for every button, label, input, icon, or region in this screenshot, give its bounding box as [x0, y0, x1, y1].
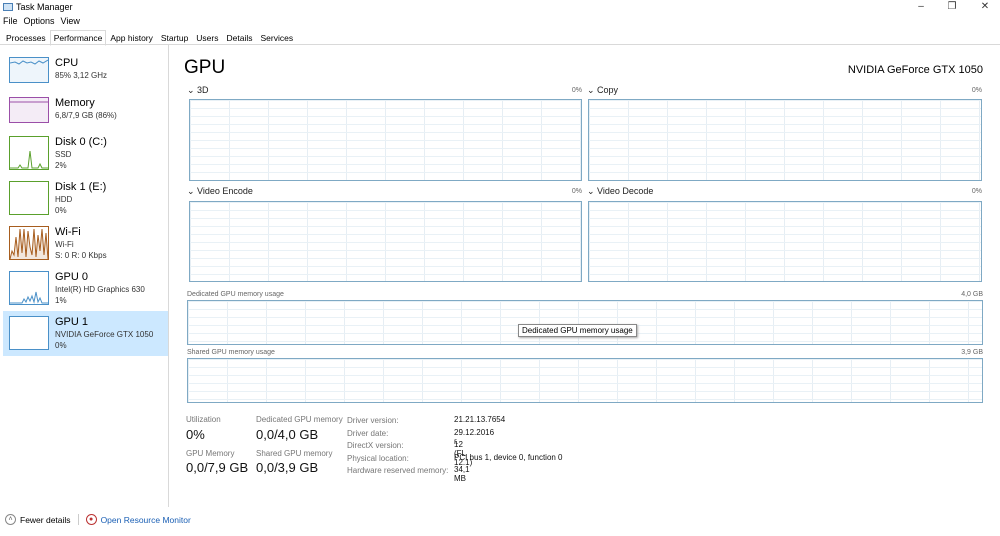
engine-copy-selector[interactable]: ⌄ Copy: [587, 85, 618, 96]
menu-bar: File Options View: [3, 16, 80, 26]
sidebar-item-type: Wi-Fi: [55, 240, 74, 249]
sidebar-item-type: SSD: [55, 150, 72, 159]
disk-0-thumbnail-graph: [9, 136, 49, 170]
engine-label: Video Encode: [197, 186, 253, 196]
menu-file[interactable]: File: [3, 16, 18, 26]
menu-options[interactable]: Options: [24, 16, 55, 26]
engine-3d-percent: 0%: [571, 87, 582, 94]
sidebar-item-detail: 6,8/7,9 GB (86%): [55, 111, 117, 120]
title-bar: Task Manager – ❐ ✕: [0, 0, 1000, 14]
directx-version-label: DirectX version:: [347, 441, 404, 450]
sidebar-item-disk-0[interactable]: Disk 0 (C:) SSD 2%: [3, 135, 168, 180]
task-manager-icon: [3, 3, 13, 11]
open-resource-monitor-link[interactable]: Open Resource Monitor: [101, 515, 191, 525]
utilization-value: 0%: [186, 427, 205, 442]
engine-video-decode-percent: 0%: [971, 188, 982, 195]
gpu-memory-label: GPU Memory: [186, 449, 235, 458]
dedicated-gpu-memory-label: Dedicated GPU memory: [256, 415, 343, 424]
sidebar-item-gpu-1[interactable]: GPU 1 NVIDIA GeForce GTX 1050 0%: [3, 311, 168, 356]
engine-video-decode-selector[interactable]: ⌄ Video Decode: [587, 186, 653, 197]
engine-3d-selector[interactable]: ⌄ 3D: [187, 85, 209, 96]
engine-label: 3D: [197, 85, 209, 95]
engine-label: Video Decode: [597, 186, 654, 196]
engine-video-encode-graph: [189, 201, 582, 282]
shared-gpu-memory-label: Shared GPU memory: [256, 449, 333, 458]
dedicated-gpu-memory-value: 0,0/4,0 GB: [256, 427, 319, 442]
engine-video-encode-percent: 0%: [571, 188, 582, 195]
gpu-1-thumbnail-graph: [9, 316, 49, 350]
footer-divider: [77, 514, 79, 525]
driver-version-value: 21.21.13.7654: [454, 415, 506, 424]
engine-copy-graph: [588, 99, 982, 181]
engine-label: Copy: [597, 85, 619, 95]
engine-video-encode-selector[interactable]: ⌄ Video Encode: [187, 186, 253, 197]
gpu-memory-value: 0,0/7,9 GB: [186, 460, 249, 475]
menu-view[interactable]: View: [61, 16, 80, 26]
sidebar-item-detail: 0%: [55, 341, 67, 350]
sidebar-item-name: GPU 0: [55, 271, 89, 283]
driver-date-label: Driver date:: [347, 428, 389, 438]
sidebar-item-detail: 0%: [55, 206, 67, 215]
resource-sidebar: CPU 85% 3,12 GHz Memory 6,8/7,9 GB (86%)…: [0, 45, 169, 507]
sidebar-item-type: Intel(R) HD Graphics 630: [55, 285, 145, 294]
utilization-label: Utilization: [186, 415, 221, 424]
sidebar-item-detail: 2%: [55, 161, 67, 170]
engine-3d-graph: [189, 99, 582, 181]
dedicated-memory-max: 4,0 GB: [961, 291, 983, 298]
hardware-reserved-memory-value: 34,1 MB: [454, 465, 470, 483]
tooltip: Dedicated GPU memory usage: [518, 324, 637, 337]
dedicated-memory-graph: [187, 300, 983, 345]
shared-memory-max: 3,9 GB: [961, 349, 983, 356]
page-title: GPU: [184, 57, 226, 78]
sidebar-item-disk-1[interactable]: Disk 1 (E:) HDD 0%: [3, 180, 168, 225]
sidebar-item-name: GPU 1: [55, 316, 89, 328]
engine-video-decode-graph: [588, 201, 982, 282]
sidebar-item-wifi[interactable]: Wi-Fi Wi-Fi S: 0 R: 0 Kbps: [3, 225, 168, 270]
chevron-down-icon: ⌄: [187, 186, 198, 196]
cpu-thumbnail-graph: [9, 57, 49, 83]
resource-monitor-icon: ●: [85, 514, 97, 525]
shared-memory-label: Shared GPU memory usage: [187, 349, 275, 356]
chevron-down-icon: ⌄: [187, 85, 198, 95]
chevron-down-icon: ⌄: [587, 186, 598, 196]
sidebar-item-name: Wi-Fi: [55, 226, 81, 238]
sidebar-item-name: Disk 1 (E:): [55, 181, 107, 193]
chevron-up-icon[interactable]: ˄: [5, 514, 16, 525]
footer: ˄ Fewer details ● Open Resource Monitor: [5, 514, 191, 525]
sidebar-item-type: NVIDIA GeForce GTX 1050: [55, 330, 154, 339]
sidebar-item-name: Disk 0 (C:): [55, 136, 107, 148]
sidebar-item-gpu-0[interactable]: GPU 0 Intel(R) HD Graphics 630 1%: [3, 270, 168, 315]
sidebar-item-cpu[interactable]: CPU 85% 3,12 GHz: [3, 56, 168, 101]
sidebar-item-name: CPU: [55, 57, 79, 69]
fewer-details-button[interactable]: Fewer details: [20, 515, 71, 525]
gpu-details: Driver version: 21.21.13.7654 Driver date…: [347, 415, 563, 483]
sidebar-item-name: Memory: [55, 97, 95, 109]
sidebar-item-detail: 85% 3,12 GHz: [55, 71, 108, 80]
maximize-button[interactable]: ❐: [945, 1, 959, 13]
gpu-device-name: NVIDIA GeForce GTX 1050: [847, 64, 983, 76]
driver-version-label: Driver version:: [347, 416, 399, 425]
disk-1-thumbnail-graph: [9, 181, 49, 215]
engine-copy-percent: 0%: [971, 87, 982, 94]
wifi-thumbnail-graph: [9, 226, 49, 260]
physical-location-value: PCI bus 1, device 0, function 0: [454, 452, 563, 462]
physical-location-label: Physical location:: [347, 453, 409, 463]
window-title: Task Manager: [16, 2, 73, 12]
chevron-down-icon: ⌄: [587, 85, 598, 95]
shared-gpu-memory-value: 0,0/3,9 GB: [256, 460, 319, 475]
gpu-0-thumbnail-graph: [9, 271, 49, 305]
sidebar-item-detail: 1%: [55, 296, 67, 305]
close-button[interactable]: ✕: [978, 1, 992, 13]
shared-memory-graph: [187, 358, 983, 403]
hardware-reserved-memory-label: Hardware reserved memory:: [347, 466, 449, 475]
sidebar-item-detail: S: 0 R: 0 Kbps: [55, 251, 107, 260]
minimize-button[interactable]: –: [914, 1, 928, 13]
dedicated-memory-label: Dedicated GPU memory usage: [187, 291, 284, 298]
memory-thumbnail-graph: [9, 97, 49, 123]
sidebar-item-type: HDD: [55, 195, 73, 204]
